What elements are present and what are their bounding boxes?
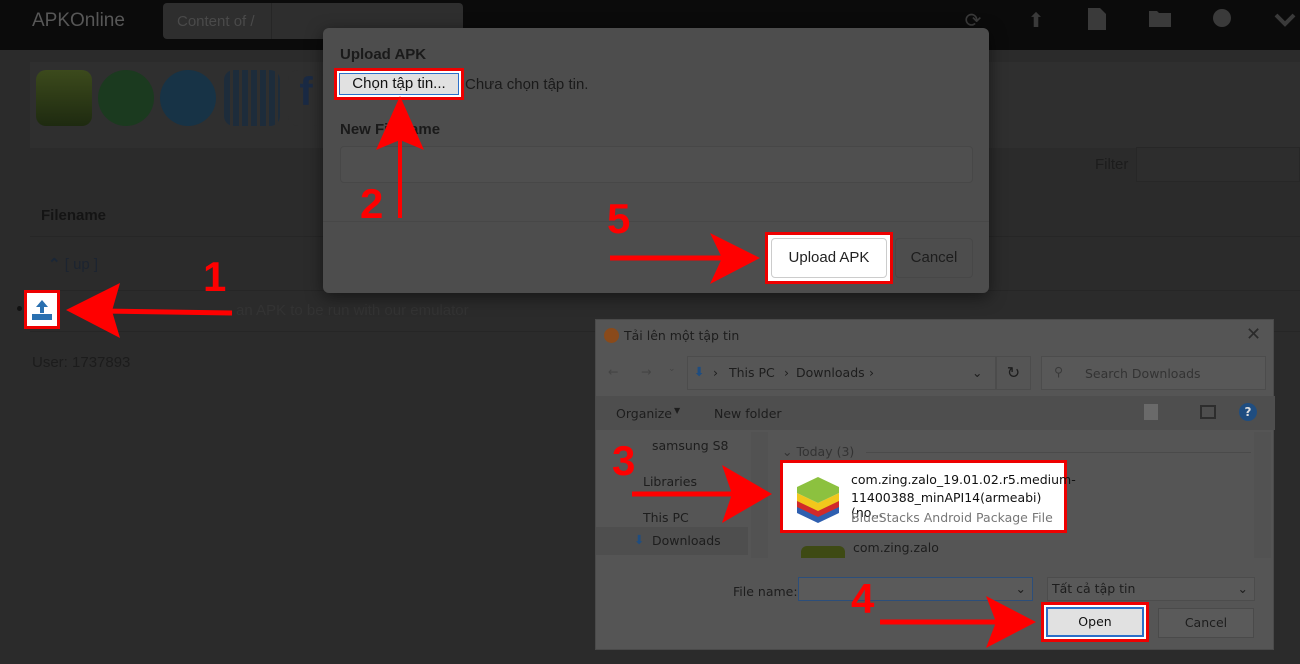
open-button-highlight: Open — [1041, 602, 1149, 642]
upload-apk-icon-button[interactable] — [24, 290, 60, 329]
choose-file-button[interactable]: Chọn tập tin... — [339, 73, 459, 95]
upload-apk-modal: Upload APK Chọn tập tin... Chưa chọn tập… — [323, 28, 989, 293]
brand-logo[interactable]: APKOnline — [32, 10, 125, 32]
upload-button-highlight: Upload APK — [765, 232, 893, 284]
nav-item-libraries[interactable]: Libraries — [643, 474, 697, 489]
nav-item-downloads[interactable]: ⬇ Downloads — [596, 527, 748, 555]
upload-apk-button[interactable]: Upload APK — [771, 238, 887, 278]
upload-icon — [32, 299, 52, 320]
firefox-icon — [604, 328, 619, 343]
new-filename-input[interactable] — [340, 146, 973, 183]
chevron-down-icon[interactable] — [1272, 8, 1298, 34]
download-arrow-icon: ⬇ — [694, 364, 705, 379]
dialog-title: Tải lên một tập tin — [624, 328, 740, 343]
step-number-1: 1 — [203, 253, 227, 300]
file-type: BlueStacks Android Package File — [851, 510, 1053, 525]
facebook-icon[interactable]: f — [288, 70, 324, 126]
download-arrow-icon: ⬇ — [634, 532, 645, 547]
up-label: [ up ] — [64, 256, 99, 273]
step-number-2: 2 — [360, 180, 384, 227]
divider — [866, 452, 1251, 453]
step-number-5: 5 — [607, 195, 631, 242]
step-number-4: 4 — [851, 575, 875, 622]
organize-menu[interactable]: Organize — [616, 406, 672, 421]
search-icon: ⚲ — [1054, 364, 1064, 379]
new-filename-label: New Filename — [340, 121, 441, 138]
file-type-value: Tất cả tập tin — [1052, 581, 1136, 596]
close-icon[interactable]: ✕ — [1246, 324, 1261, 345]
upload-icon[interactable]: ⬆ — [1023, 8, 1049, 34]
choose-file-highlight: Chọn tập tin... — [334, 68, 464, 100]
modal-cancel-button[interactable]: Cancel — [895, 238, 973, 278]
filter-input[interactable] — [1136, 147, 1300, 182]
filter-label: Filter — [1095, 156, 1129, 173]
globe-icon[interactable] — [1209, 8, 1235, 34]
bluestacks-icon — [797, 477, 839, 523]
file-name-line1: com.zing.zalo_19.01.02.r5.medium- — [851, 472, 1076, 487]
file-open-dialog: Tải lên một tập tin ✕ ← → ⌄ ⬇ › This PC … — [595, 319, 1275, 650]
address-bar[interactable]: ⬇ › This PC › Downloads › ⌄ — [687, 356, 996, 390]
angry-birds-icon[interactable] — [36, 70, 92, 126]
bluestacks-icon — [801, 546, 845, 558]
chevron-down-icon: ⌄ — [1237, 581, 1248, 596]
dialog-toolbar: Organize ▼ New folder ? — [596, 396, 1275, 430]
divider — [323, 221, 989, 222]
user-id: User: 1737893 — [32, 354, 131, 371]
breadcrumb-this-pc[interactable]: This PC — [729, 365, 775, 380]
no-file-text: Chưa chọn tập tin. — [465, 76, 589, 93]
file-scrollbar[interactable] — [1254, 432, 1271, 558]
divider — [271, 3, 272, 39]
search-input[interactable]: ⚲ Search Downloads — [1041, 356, 1266, 390]
back-icon[interactable]: ← — [608, 364, 618, 379]
group-label: Today (3) — [796, 444, 855, 459]
group-header[interactable]: ⌄ Today (3) — [782, 444, 854, 459]
whatsapp-icon[interactable] — [98, 70, 154, 126]
file-type-select[interactable]: Tất cả tập tin ⌄ — [1047, 577, 1255, 601]
new-folder-button[interactable]: New folder — [714, 406, 782, 421]
search-placeholder: Search Downloads — [1085, 366, 1201, 381]
step-number-3: 3 — [612, 437, 636, 484]
preview-pane-icon[interactable] — [1200, 405, 1216, 419]
nav-downloads-label: Downloads — [652, 533, 721, 548]
modal-title: Upload APK — [340, 46, 427, 63]
nav-scrollbar[interactable] — [751, 432, 768, 558]
breadcrumb-downloads[interactable]: Downloads — [796, 365, 865, 380]
file-name[interactable]: com.zing.zalo — [853, 540, 939, 555]
caret-down-icon: ▼ — [674, 406, 681, 415]
file-name-input[interactable]: ⌄ — [798, 577, 1033, 601]
upload-hint-text: an APK to be run with our emulator — [236, 302, 469, 319]
folder-icon[interactable] — [1147, 8, 1173, 34]
chevron-up-icon: ⌃ — [48, 256, 65, 273]
path-label: Content of / — [177, 13, 255, 30]
recent-dropdown-icon[interactable]: ⌄ — [668, 364, 676, 374]
dialog-cancel-button[interactable]: Cancel — [1158, 608, 1254, 638]
filename-column-header[interactable]: Filename — [41, 207, 106, 224]
selected-file-item[interactable]: com.zing.zalo_19.01.02.r5.medium- 114003… — [780, 460, 1076, 533]
bullet — [17, 306, 22, 311]
file-name-label: File name: — [733, 584, 798, 599]
up-link[interactable]: ⌃ [ up ] — [48, 255, 98, 273]
telegram-icon[interactable] — [160, 70, 216, 126]
help-icon[interactable]: ? — [1239, 403, 1257, 421]
spreadsheet-app-icon[interactable] — [224, 70, 280, 126]
file-icon[interactable] — [1084, 8, 1110, 34]
refresh-button[interactable]: ↻ — [996, 356, 1031, 390]
chevron-down-icon[interactable]: ⌄ — [1016, 581, 1026, 596]
nav-item-this-pc[interactable]: This PC — [643, 510, 689, 525]
forward-icon[interactable]: → — [641, 364, 651, 379]
nav-item-samsung-s8[interactable]: samsung S8 — [652, 438, 729, 453]
chevron-down-icon[interactable]: ⌄ — [972, 365, 982, 380]
open-button[interactable]: Open — [1046, 607, 1144, 637]
view-options-icon[interactable] — [1144, 404, 1158, 420]
